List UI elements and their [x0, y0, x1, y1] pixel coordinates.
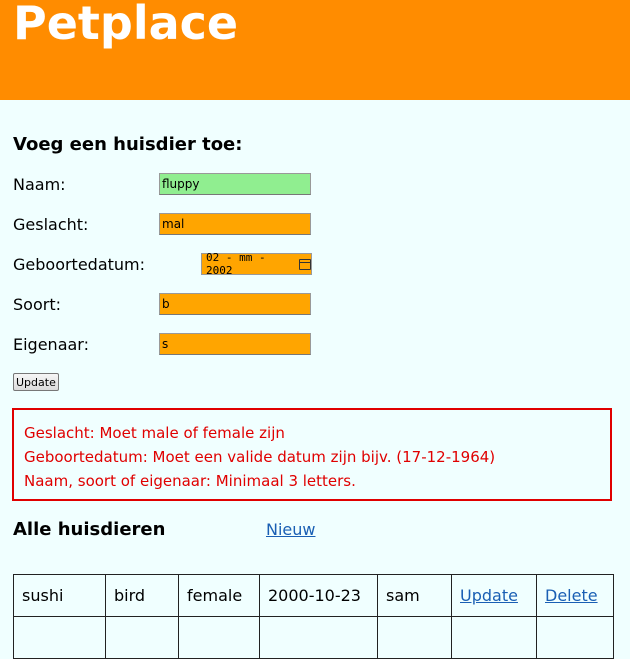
error-box: Geslacht: Moet male of female zijn Geboo…	[12, 408, 612, 501]
delete-pet-link[interactable]: Delete	[545, 586, 598, 605]
pet-birthdate-cell	[259, 616, 378, 659]
pet-gender-cell: female	[178, 574, 260, 617]
pet-owner-cell	[377, 616, 452, 659]
pet-birthdate-cell: 2000-10-23	[259, 574, 378, 617]
species-input[interactable]	[159, 293, 311, 315]
birthdate-label: Geboortedatum:	[13, 255, 146, 274]
birthdate-value: 02 - mm - 2002	[206, 251, 266, 277]
pet-list-title: Alle huisdieren	[13, 519, 166, 540]
name-input[interactable]	[159, 173, 311, 195]
owner-input[interactable]	[159, 333, 311, 355]
species-label: Soort:	[13, 295, 61, 314]
update-button[interactable]: Update	[13, 373, 59, 391]
new-pet-link[interactable]: Nieuw	[266, 520, 315, 539]
table-row	[13, 616, 614, 659]
error-message: Naam, soort of eigenaar: Minimaal 3 lett…	[24, 472, 356, 490]
error-message: Geslacht: Moet male of female zijn	[24, 424, 285, 442]
pet-owner-cell: sam	[377, 574, 452, 617]
table-row: sushi bird female 2000-10-23 sam Update …	[13, 574, 614, 617]
gender-input[interactable]	[159, 213, 311, 235]
calendar-icon[interactable]	[299, 258, 311, 270]
pet-name-cell	[13, 616, 106, 659]
pets-table: sushi bird female 2000-10-23 sam Update …	[13, 574, 614, 659]
form-title: Voeg een huisdier toe:	[13, 134, 243, 155]
name-label: Naam:	[13, 175, 66, 194]
delete-cell	[536, 616, 614, 659]
pet-species-cell: bird	[105, 574, 179, 617]
site-header: Petplace	[0, 0, 630, 100]
update-cell	[451, 616, 537, 659]
update-pet-link[interactable]: Update	[460, 586, 518, 605]
pet-species-cell	[105, 616, 179, 659]
pet-name-cell: sushi	[13, 574, 106, 617]
birthdate-input[interactable]: 02 - mm - 2002	[201, 251, 312, 277]
owner-label: Eigenaar:	[13, 335, 89, 354]
error-message: Geboortedatum: Moet een valide datum zij…	[24, 448, 496, 466]
gender-label: Geslacht:	[13, 215, 89, 234]
update-cell: Update	[451, 574, 537, 617]
delete-cell: Delete	[536, 574, 614, 617]
site-title: Petplace	[13, 0, 239, 50]
pet-gender-cell	[178, 616, 260, 659]
